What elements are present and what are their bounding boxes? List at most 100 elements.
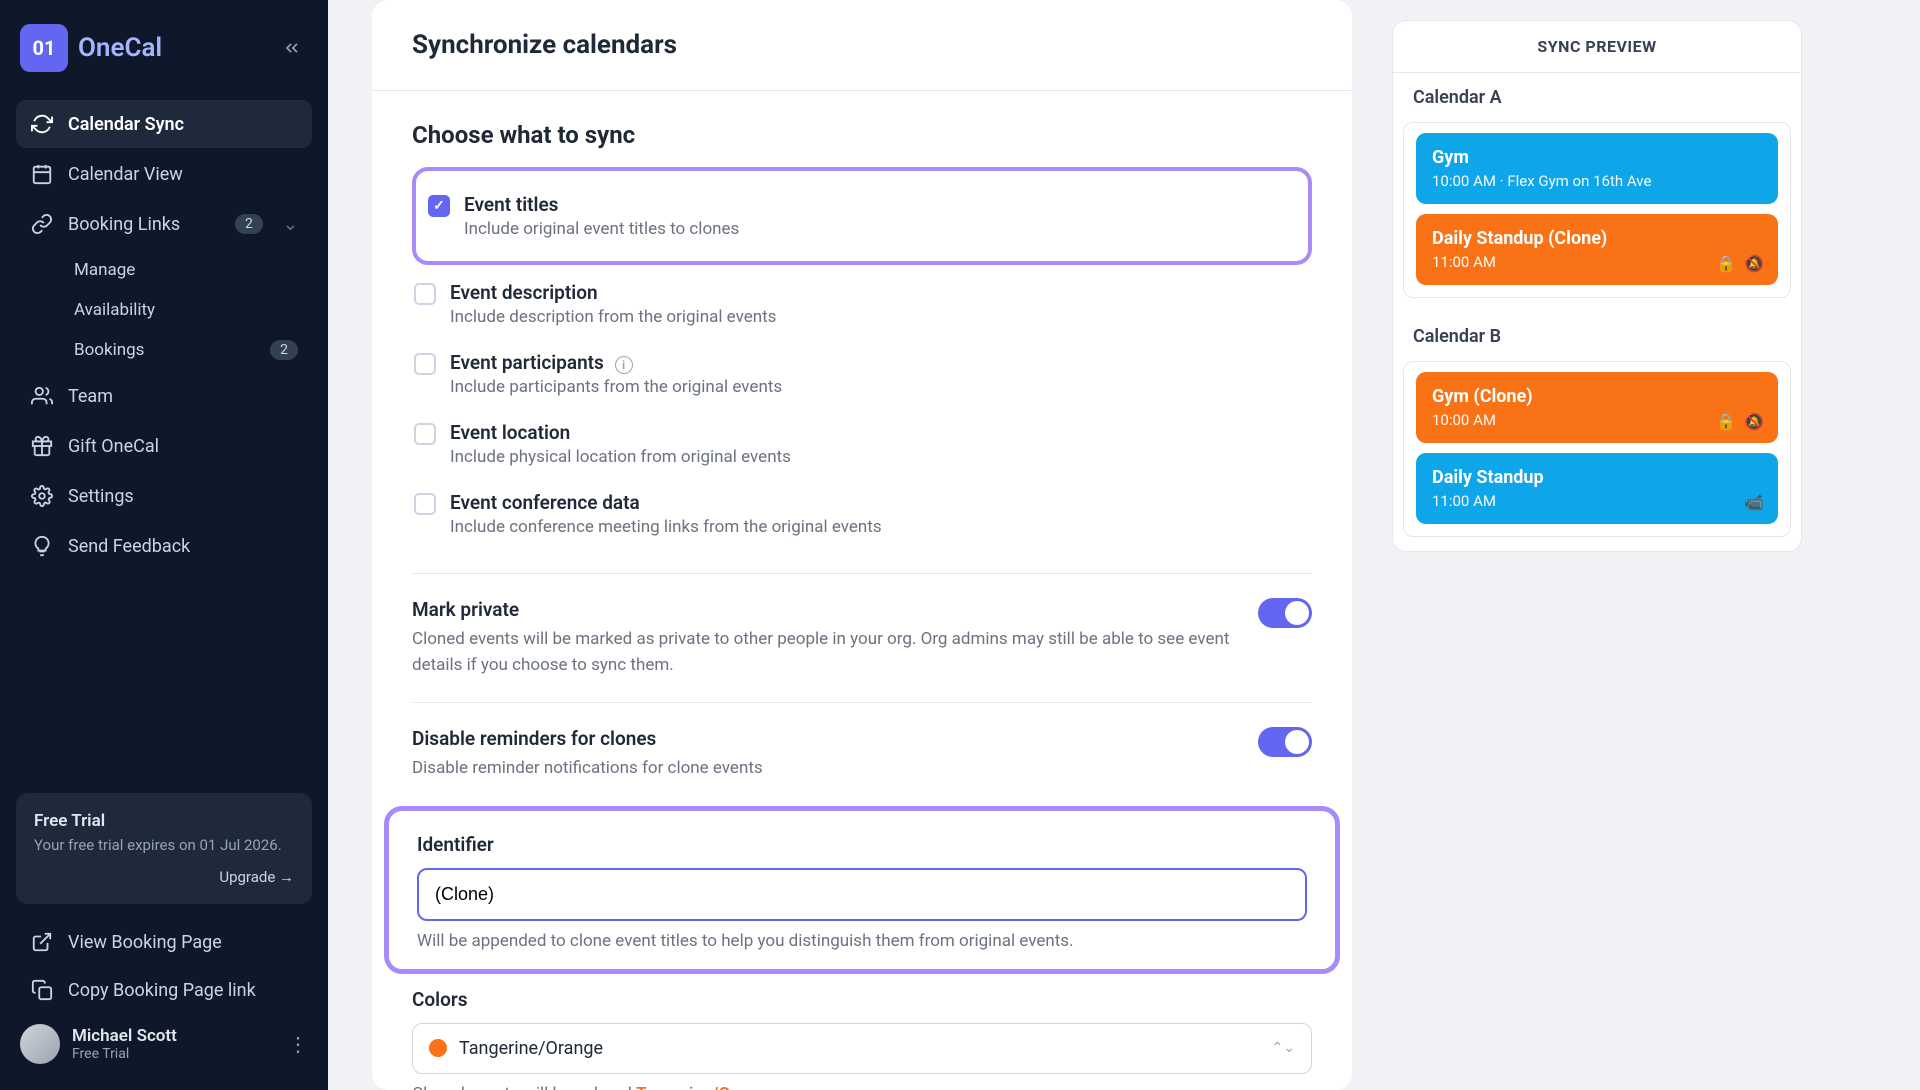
event-sub: 11:00 AM — [1432, 492, 1762, 510]
option-event-description[interactable]: Event description Include description fr… — [412, 269, 1312, 339]
event-title: Gym (Clone) — [1432, 386, 1762, 407]
toggle-title: Mark private — [412, 598, 1238, 621]
checkbox[interactable] — [414, 283, 436, 305]
lock-icon: 🔒 — [1716, 254, 1736, 273]
gift-icon — [30, 434, 54, 458]
trial-box: Free Trial Your free trial expires on 01… — [16, 793, 312, 904]
trial-title: Free Trial — [34, 811, 294, 831]
nav-manage[interactable]: Manage — [60, 250, 312, 290]
identifier-input[interactable] — [417, 868, 1307, 921]
option-label: Event location — [450, 421, 791, 444]
card-body: Choose what to sync Event titles Include… — [372, 91, 1352, 1090]
option-desc: Include original event titles to clones — [464, 219, 739, 239]
nav-badge: 2 — [270, 340, 298, 360]
preview-card: SYNC PREVIEW Calendar A Gym 10:00 AM · F… — [1392, 20, 1802, 552]
colors-select[interactable]: Tangerine/Orange ⌃⌄ — [412, 1023, 1312, 1074]
calendar-b-label: Calendar B — [1393, 312, 1801, 361]
logo[interactable]: 01 OneCal — [20, 24, 162, 72]
sidebar-header: 01 OneCal — [16, 16, 312, 80]
option-desc: Include participants from the original e… — [450, 377, 782, 397]
preview-column: SYNC PREVIEW Calendar A Gym 10:00 AM · F… — [1392, 0, 1802, 1090]
user-row: Michael Scott Free Trial ⋮ — [16, 1014, 312, 1074]
event-titles-highlight: Event titles Include original event titl… — [412, 167, 1312, 265]
upgrade-link[interactable]: Upgrade → — [34, 868, 294, 886]
nav-label: Calendar View — [68, 164, 183, 185]
option-label: Event description — [450, 281, 776, 304]
collapse-sidebar-button[interactable] — [276, 32, 308, 64]
app-name: OneCal — [78, 33, 162, 63]
colors-value: Tangerine/Orange — [459, 1038, 603, 1059]
calendar-b-events: Gym (Clone) 10:00 AM 🔒 🔕 Daily Standup 1… — [1403, 361, 1791, 537]
option-desc: Include conference meeting links from th… — [450, 517, 882, 537]
nav-feedback[interactable]: Send Feedback — [16, 522, 312, 570]
booking-links-subnav: Manage Availability Bookings 2 — [16, 250, 312, 370]
sidebar: 01 OneCal Calendar Sync Calendar View Bo… — [0, 0, 328, 1090]
info-icon[interactable]: i — [615, 356, 633, 374]
checkbox[interactable] — [414, 353, 436, 375]
nav-bookings[interactable]: Bookings 2 — [60, 330, 312, 370]
link-label: Copy Booking Page link — [68, 980, 256, 1001]
nav-label: Team — [68, 386, 113, 407]
option-event-conference[interactable]: Event conference data Include conference… — [412, 479, 1312, 549]
event-title: Daily Standup (Clone) — [1432, 228, 1762, 249]
video-icon: 📹 — [1744, 493, 1764, 512]
mark-private-toggle[interactable] — [1258, 598, 1312, 628]
view-booking-page-link[interactable]: View Booking Page — [16, 918, 312, 966]
nav-badge: 2 — [235, 214, 263, 234]
trial-text: Your free trial expires on 01 Jul 2026. — [34, 835, 294, 856]
toggle-desc: Cloned events will be marked as private … — [412, 627, 1238, 678]
avatar[interactable] — [20, 1024, 60, 1064]
nav-booking-links[interactable]: Booking Links 2 ⌄ — [16, 200, 312, 248]
mark-private-row: Mark private Cloned events will be marke… — [412, 598, 1312, 678]
choose-section-title: Choose what to sync — [412, 121, 1312, 149]
sync-icon — [30, 112, 54, 136]
identifier-label: Identifier — [417, 833, 1307, 856]
link-icon — [30, 212, 54, 236]
disable-reminders-toggle[interactable] — [1258, 727, 1312, 757]
nav-label: Booking Links — [68, 214, 180, 235]
calendar-icon — [30, 162, 54, 186]
option-event-titles[interactable]: Event titles Include original event titl… — [426, 181, 1288, 251]
nav-calendar-sync[interactable]: Calendar Sync — [16, 100, 312, 148]
user-name: Michael Scott — [72, 1026, 177, 1046]
team-icon — [30, 384, 54, 408]
identifier-hint: Will be appended to clone event titles t… — [417, 931, 1307, 951]
lock-icon: 🔒 — [1716, 412, 1736, 431]
color-swatch-icon — [429, 1039, 447, 1057]
nav-calendar-view[interactable]: Calendar View — [16, 150, 312, 198]
colors-label: Colors — [412, 988, 1312, 1011]
nav-availability[interactable]: Availability — [60, 290, 312, 330]
card-header: Synchronize calendars — [372, 0, 1352, 91]
toggle-title: Disable reminders for clones — [412, 727, 1238, 750]
checkbox[interactable] — [414, 423, 436, 445]
option-event-location[interactable]: Event location Include physical location… — [412, 409, 1312, 479]
nav-label: Availability — [74, 300, 155, 320]
external-link-icon — [30, 930, 54, 954]
disable-reminders-row: Disable reminders for clones Disable rem… — [412, 727, 1312, 782]
event-icons: 🔒 🔕 — [1716, 254, 1764, 273]
event-gym-clone: Gym (Clone) 10:00 AM 🔒 🔕 — [1416, 372, 1778, 443]
nav-gift[interactable]: Gift OneCal — [16, 422, 312, 470]
option-event-participants[interactable]: Event participants i Include participant… — [412, 339, 1312, 409]
checkbox[interactable] — [428, 195, 450, 217]
main: Synchronize calendars Choose what to syn… — [328, 0, 1920, 1090]
user-menu-button[interactable]: ⋮ — [288, 1032, 308, 1056]
nav-settings[interactable]: Settings — [16, 472, 312, 520]
colors-hint: Cloned events will be colored Tangerine/… — [412, 1084, 1312, 1090]
copy-icon — [30, 978, 54, 1002]
option-desc: Include physical location from original … — [450, 447, 791, 467]
event-sub: 10:00 AM · Flex Gym on 16th Ave — [1432, 172, 1762, 190]
checkbox[interactable] — [414, 493, 436, 515]
nav-label: Manage — [74, 260, 135, 280]
logo-badge-icon: 01 — [20, 24, 68, 72]
event-title: Daily Standup — [1432, 467, 1762, 488]
option-label: Event conference data — [450, 491, 882, 514]
event-title: Gym — [1432, 147, 1762, 168]
copy-booking-link[interactable]: Copy Booking Page link — [16, 966, 312, 1014]
nav-team[interactable]: Team — [16, 372, 312, 420]
event-icons: 📹 — [1744, 493, 1764, 512]
divider — [412, 702, 1312, 703]
calendar-a-label: Calendar A — [1393, 73, 1801, 122]
event-standup: Daily Standup 11:00 AM 📹 — [1416, 453, 1778, 524]
event-icons: 🔒 🔕 — [1716, 412, 1764, 431]
